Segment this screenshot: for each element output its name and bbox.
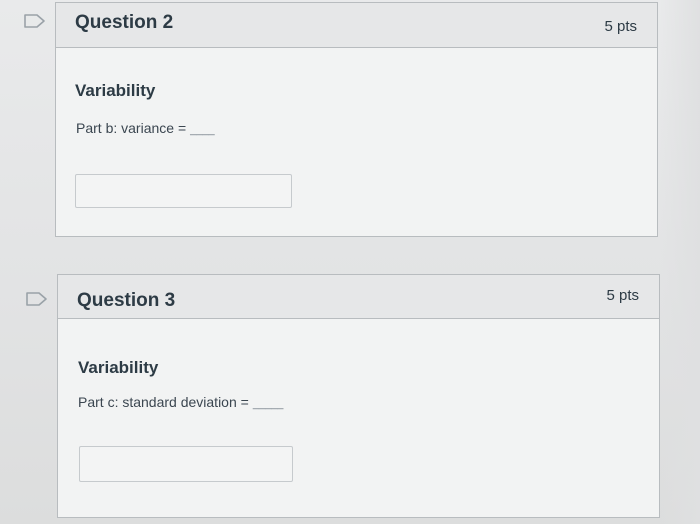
question-points: 5 pts: [604, 18, 637, 35]
question-header: Question 2 5 pts: [56, 3, 657, 48]
fill-in-blank: _____: [252, 398, 284, 410]
page-edge-shadow: [660, 0, 700, 524]
flag-question-icon[interactable]: [23, 13, 47, 29]
question-heading: Variability: [75, 81, 156, 100]
question-prompt: Part b: variance = ____: [76, 120, 215, 136]
question-header: Question 3 5 pts: [58, 275, 659, 319]
question-prompt-text: Part b: variance =: [76, 120, 187, 136]
answer-input[interactable]: [75, 174, 292, 208]
question-prompt-text: Part c: standard deviation =: [78, 394, 249, 410]
question-heading: Variability: [78, 358, 159, 377]
question-points: 5 pts: [606, 287, 639, 304]
question-card-2: Question 2 5 pts Variability Part b: var…: [55, 2, 658, 237]
answer-input[interactable]: [79, 446, 293, 482]
question-title: Question 2: [75, 12, 174, 33]
question-prompt: Part c: standard deviation = _____: [78, 394, 283, 410]
flag-question-icon[interactable]: [25, 291, 49, 307]
question-title: Question 3: [77, 290, 176, 311]
question-card-3: Question 3 5 pts Variability Part c: sta…: [57, 274, 660, 518]
fill-in-blank: ____: [190, 124, 215, 136]
